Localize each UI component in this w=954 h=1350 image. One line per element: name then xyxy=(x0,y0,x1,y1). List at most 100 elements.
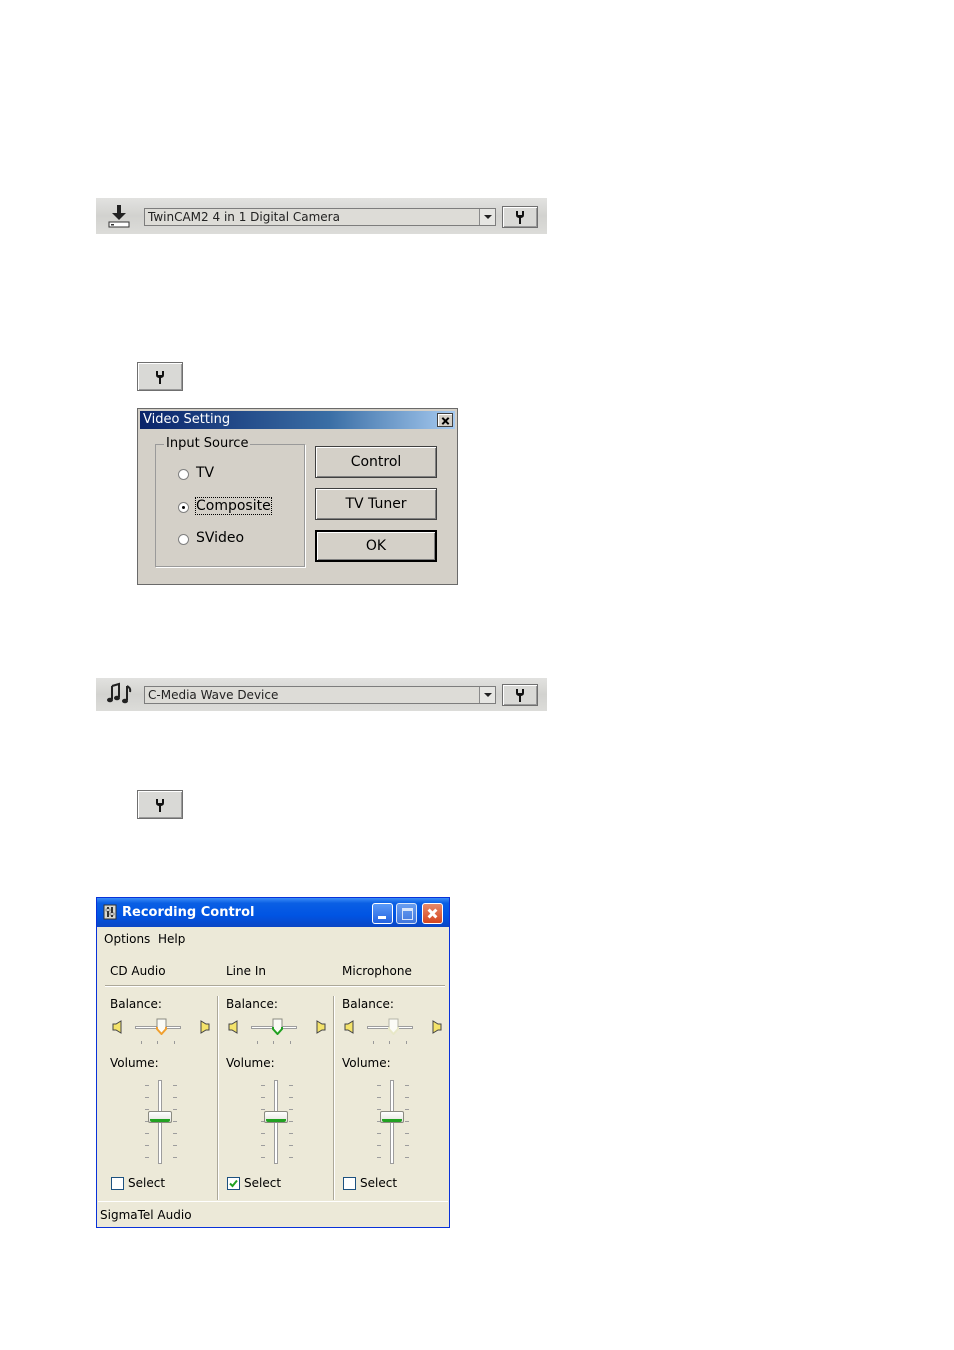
menu-options[interactable]: Options xyxy=(104,932,150,946)
status-text: SigmaTel Audio xyxy=(100,1208,192,1222)
column-title-cd-audio: CD Audio xyxy=(110,964,166,978)
window-title-bar[interactable]: Recording Control xyxy=(97,898,449,927)
balance-label: Balance: xyxy=(110,997,162,1011)
volume-tick xyxy=(377,1109,381,1110)
volume-label: Volume: xyxy=(110,1056,159,1070)
volume-tick xyxy=(405,1097,409,1098)
video-setting-dialog: Video Setting Input Source TV Composite … xyxy=(137,408,458,585)
radio-tv[interactable]: TV xyxy=(162,465,292,483)
audio-device-settings-button[interactable] xyxy=(502,684,538,706)
balance-slider-thumb[interactable] xyxy=(156,1018,167,1035)
volume-tick xyxy=(405,1109,409,1110)
select-checkbox[interactable] xyxy=(227,1177,240,1190)
audio-device-select[interactable]: C-Media Wave Device xyxy=(144,686,496,704)
video-device-settings-button[interactable] xyxy=(502,206,538,228)
speaker-right-icon xyxy=(316,1020,326,1034)
balance-ticks xyxy=(141,1041,175,1044)
recording-control-window: Recording Control Options Help CD Audio … xyxy=(96,897,450,1228)
volume-tick xyxy=(289,1085,293,1086)
volume-tick xyxy=(289,1097,293,1098)
music-notes-icon xyxy=(106,682,132,706)
select-label: Select xyxy=(244,1176,282,1190)
balance-slider-thumb[interactable] xyxy=(388,1018,399,1035)
volume-tick xyxy=(145,1097,149,1098)
volume-tick xyxy=(405,1157,409,1158)
volume-tick xyxy=(173,1121,177,1122)
volume-tick xyxy=(145,1109,149,1110)
volume-tick xyxy=(377,1085,381,1086)
video-device-select[interactable]: TwinCAM2 4 in 1 Digital Camera xyxy=(144,208,496,226)
volume-tick xyxy=(377,1133,381,1134)
radio-svideo[interactable]: SVideo xyxy=(162,530,292,548)
column-title-microphone: Microphone xyxy=(342,964,412,978)
radio-indicator[interactable] xyxy=(178,534,189,545)
wrench-icon xyxy=(516,689,524,702)
speaker-right-icon xyxy=(432,1020,442,1034)
close-icon[interactable] xyxy=(437,413,453,427)
volume-tick xyxy=(289,1145,293,1146)
volume-tick xyxy=(261,1157,265,1158)
volume-tick xyxy=(145,1157,149,1158)
volume-tick xyxy=(405,1145,409,1146)
volume-tick xyxy=(405,1085,409,1086)
volume-tick xyxy=(289,1133,293,1134)
volume-tick xyxy=(173,1133,177,1134)
volume-slider-thumb[interactable] xyxy=(148,1111,172,1123)
radio-label: Composite xyxy=(195,497,272,515)
audio-settings-wrench-button[interactable] xyxy=(137,790,183,819)
audio-device-bar: C-Media Wave Device xyxy=(96,678,547,711)
volume-slider-thumb[interactable] xyxy=(264,1111,288,1123)
volume-tick xyxy=(261,1145,265,1146)
volume-tick xyxy=(145,1085,149,1086)
column-title-line-in: Line In xyxy=(226,964,266,978)
control-button[interactable]: Control xyxy=(315,446,437,478)
video-device-value: TwinCAM2 4 in 1 Digital Camera xyxy=(148,210,340,224)
wrench-icon xyxy=(516,211,524,224)
ok-button[interactable]: OK xyxy=(315,530,437,562)
column-divider xyxy=(333,996,334,1200)
select-checkbox[interactable] xyxy=(111,1177,124,1190)
radio-indicator[interactable] xyxy=(178,502,189,513)
balance-slider-thumb[interactable] xyxy=(272,1018,283,1035)
volume-tick xyxy=(289,1157,293,1158)
speaker-left-icon xyxy=(112,1020,122,1034)
chevron-down-icon[interactable] xyxy=(479,687,495,703)
wrench-icon xyxy=(156,798,164,812)
radio-label: TV xyxy=(196,465,215,481)
tv-tuner-button[interactable]: TV Tuner xyxy=(315,488,437,520)
minimize-icon[interactable] xyxy=(372,903,393,924)
dialog-title-bar[interactable]: Video Setting xyxy=(140,411,455,429)
volume-tick xyxy=(261,1085,265,1086)
maximize-icon[interactable] xyxy=(396,903,417,924)
mixer-icon xyxy=(103,904,117,920)
video-settings-wrench-button[interactable] xyxy=(137,362,183,391)
select-checkbox[interactable] xyxy=(343,1177,356,1190)
radio-label: SVideo xyxy=(196,530,245,546)
window-title: Recording Control xyxy=(122,905,255,920)
balance-label: Balance: xyxy=(226,997,278,1011)
volume-slider-thumb[interactable] xyxy=(380,1111,404,1123)
close-icon[interactable] xyxy=(422,903,443,924)
group-label: Input Source xyxy=(164,436,251,451)
volume-tick xyxy=(173,1109,177,1110)
volume-tick xyxy=(377,1145,381,1146)
select-label: Select xyxy=(128,1176,166,1190)
volume-tick xyxy=(145,1145,149,1146)
select-label: Select xyxy=(360,1176,398,1190)
volume-label: Volume: xyxy=(226,1056,275,1070)
radio-indicator[interactable] xyxy=(178,469,189,480)
chevron-down-icon[interactable] xyxy=(479,209,495,225)
column-divider xyxy=(217,996,218,1200)
video-device-bar: TwinCAM2 4 in 1 Digital Camera xyxy=(96,198,547,234)
balance-label: Balance: xyxy=(342,997,394,1011)
menu-help[interactable]: Help xyxy=(158,932,185,946)
volume-tick xyxy=(261,1097,265,1098)
wrench-icon xyxy=(156,370,164,384)
radio-composite[interactable]: Composite xyxy=(162,497,292,516)
volume-tick xyxy=(261,1109,265,1110)
menu-bar: Options Help xyxy=(97,927,449,949)
dialog-title: Video Setting xyxy=(143,412,231,427)
download-icon xyxy=(106,204,132,228)
speaker-left-icon xyxy=(228,1020,238,1034)
balance-ticks xyxy=(257,1041,291,1044)
